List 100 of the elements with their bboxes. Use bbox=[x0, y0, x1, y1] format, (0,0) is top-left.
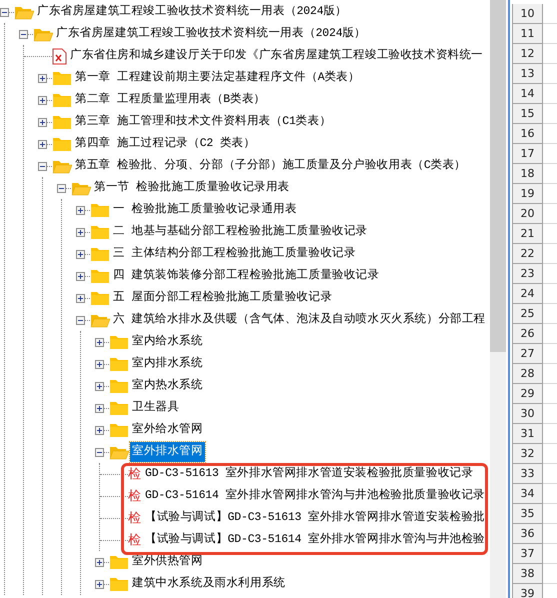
tree-item[interactable]: 室内给水系统 bbox=[130, 332, 205, 352]
expand-icon[interactable] bbox=[95, 360, 104, 369]
row-header[interactable]: 37 bbox=[512, 544, 543, 564]
tree-item[interactable]: 第一章 工程建设前期主要法定基建程序文件（A类表） bbox=[73, 68, 362, 88]
row-header[interactable]: 23 bbox=[512, 264, 543, 284]
row-header[interactable]: 13 bbox=[512, 64, 543, 84]
collapse-icon[interactable] bbox=[0, 8, 9, 17]
tree-item[interactable]: 四 建筑装饰装修分部工程检验批施工质量验收记录 bbox=[111, 266, 382, 286]
folder-icon bbox=[90, 246, 110, 262]
tree-item[interactable]: 室内热水系统 bbox=[130, 376, 205, 396]
expand-icon[interactable] bbox=[38, 96, 47, 105]
row-header[interactable]: 26 bbox=[512, 324, 543, 344]
row-header[interactable]: 31 bbox=[512, 424, 543, 444]
row-header[interactable]: 36 bbox=[512, 524, 543, 544]
collapse-icon[interactable] bbox=[57, 184, 66, 193]
expand-icon[interactable] bbox=[95, 382, 104, 391]
scrollbar[interactable] bbox=[490, 0, 506, 598]
tree-item[interactable]: 二 地基与基础分部工程检验批施工质量验收记录 bbox=[111, 222, 370, 242]
open-folder-icon bbox=[52, 158, 72, 174]
tree-item[interactable]: 五 屋面分部工程检验批施工质量验收记录 bbox=[111, 288, 334, 308]
tree-item[interactable]: 广东省房屋建筑工程竣工验收技术资料统一用表（2024版） bbox=[54, 24, 368, 44]
tree-item[interactable]: 室外供热管网 bbox=[130, 552, 205, 572]
folder-icon bbox=[109, 334, 129, 350]
row-header[interactable]: 20 bbox=[512, 204, 543, 224]
row-header[interactable]: 22 bbox=[512, 244, 543, 264]
row-header[interactable]: 19 bbox=[512, 184, 543, 204]
row-header[interactable]: 21 bbox=[512, 224, 543, 244]
row-header[interactable]: 11 bbox=[512, 24, 543, 44]
row-header[interactable]: 12 bbox=[512, 44, 543, 64]
folder-icon bbox=[109, 356, 129, 372]
tree-item[interactable]: 【试验与调试】GD-C3-51613 室外排水管网排水管道安装检验批 bbox=[143, 508, 488, 528]
folder-icon bbox=[52, 70, 72, 86]
row-header[interactable]: 17 bbox=[512, 144, 543, 164]
tree-item[interactable]: 第三章 施工管理和技术文件资料用表（C1类表） bbox=[73, 112, 334, 132]
expand-icon[interactable] bbox=[95, 426, 104, 435]
tree-item[interactable]: 【试验与调试】GD-C3-51614 室外排水管网排水管沟与井池检验 bbox=[143, 530, 488, 550]
tree-item[interactable]: 室外排水管网 bbox=[130, 442, 205, 462]
expand-icon[interactable] bbox=[76, 250, 85, 259]
tree-item[interactable]: 室外给水管网 bbox=[130, 420, 205, 440]
tree-item[interactable]: 第四章 施工过程记录（C2 类表） bbox=[73, 134, 258, 154]
row-header[interactable]: 14 bbox=[512, 84, 543, 104]
tree-item[interactable]: GD-C3-51613 室外排水管网排水管道安装检验批质量验收记录 bbox=[143, 464, 476, 484]
scrollbar-thumb[interactable] bbox=[490, 0, 506, 352]
folder-icon bbox=[109, 422, 129, 438]
tree-item[interactable]: 广东省住房和城乡建设厅关于印发《广东省房屋建筑工程竣工验收技术资料统一 bbox=[68, 46, 486, 66]
expand-icon[interactable] bbox=[95, 338, 104, 347]
folder-icon bbox=[52, 114, 72, 130]
row-header[interactable]: 24 bbox=[512, 284, 543, 304]
expand-icon[interactable] bbox=[95, 558, 104, 567]
tree-item[interactable]: 六 建筑给水排水及供暖（含气体、泡沫及自动喷水灭火系统）分部工程 bbox=[111, 310, 488, 330]
folder-icon bbox=[109, 378, 129, 394]
tree-item[interactable]: 第五章 检验批、分项、分部（子分部）施工质量及分户验收用表（C类表） bbox=[73, 156, 468, 176]
row-header[interactable]: 35 bbox=[512, 504, 543, 524]
row-header[interactable]: 25 bbox=[512, 304, 543, 324]
expand-icon[interactable] bbox=[38, 74, 47, 83]
folder-icon bbox=[52, 92, 72, 108]
row-header[interactable]: 33 bbox=[512, 464, 543, 484]
row-header[interactable]: 39 bbox=[512, 584, 543, 598]
expand-icon[interactable] bbox=[38, 118, 47, 127]
open-folder-icon bbox=[109, 444, 129, 460]
row-header[interactable]: 32 bbox=[512, 444, 543, 464]
row-header[interactable]: 38 bbox=[512, 564, 543, 584]
row-header[interactable]: 18 bbox=[512, 164, 543, 184]
row-header[interactable]: 29 bbox=[512, 384, 543, 404]
tree-item[interactable]: GD-C3-51614 室外排水管网排水管沟与井池检验批质量验收记录 bbox=[143, 486, 488, 506]
expand-icon[interactable] bbox=[95, 580, 104, 589]
tree-item[interactable]: 建筑中水系统及雨水利用系统 bbox=[130, 574, 288, 594]
expand-icon[interactable] bbox=[76, 272, 85, 281]
expand-icon[interactable] bbox=[76, 228, 85, 237]
row-header[interactable]: 16 bbox=[512, 124, 543, 144]
inspection-glyph-icon: 检 bbox=[128, 531, 143, 549]
collapse-icon[interactable] bbox=[38, 162, 47, 171]
row-header[interactable]: 15 bbox=[512, 104, 543, 124]
open-folder-icon bbox=[71, 180, 91, 196]
tree-item[interactable]: 第二章 工程质量监理用表（B类表） bbox=[73, 90, 268, 110]
tree-item[interactable]: 一 检验批施工质量验收记录通用表 bbox=[111, 200, 299, 220]
row-header[interactable]: 27 bbox=[512, 344, 543, 364]
folder-icon bbox=[90, 290, 110, 306]
tree-item[interactable]: 卫生器具 bbox=[130, 398, 182, 418]
expand-icon[interactable] bbox=[76, 294, 85, 303]
expand-icon[interactable] bbox=[95, 404, 104, 413]
expand-icon[interactable] bbox=[76, 206, 85, 215]
collapse-icon[interactable] bbox=[76, 316, 85, 325]
folder-icon bbox=[109, 576, 129, 592]
tree-item[interactable]: 广东省房屋建筑工程竣工验收技术资料统一用表（2024版） bbox=[35, 2, 350, 22]
tree-item[interactable]: 第一节 检验批施工质量验收记录用表 bbox=[92, 178, 292, 198]
folder-icon bbox=[90, 224, 110, 240]
row-header[interactable]: 30 bbox=[512, 404, 543, 424]
tree-item[interactable]: 室内排水系统 bbox=[130, 354, 205, 374]
folder-icon bbox=[52, 136, 72, 152]
collapse-icon[interactable] bbox=[19, 30, 28, 39]
inspection-glyph-icon: 检 bbox=[128, 509, 143, 527]
inspection-glyph-icon: 检 bbox=[128, 487, 143, 505]
row-header[interactable]: 10 bbox=[512, 4, 543, 24]
row-header[interactable]: 28 bbox=[512, 364, 543, 384]
expand-icon[interactable] bbox=[38, 140, 47, 149]
open-folder-icon bbox=[90, 312, 110, 328]
tree-item[interactable]: 三 主体结构分部工程检验批施工质量验收记录 bbox=[111, 244, 358, 264]
row-header[interactable]: 34 bbox=[512, 484, 543, 504]
collapse-icon[interactable] bbox=[95, 448, 104, 457]
